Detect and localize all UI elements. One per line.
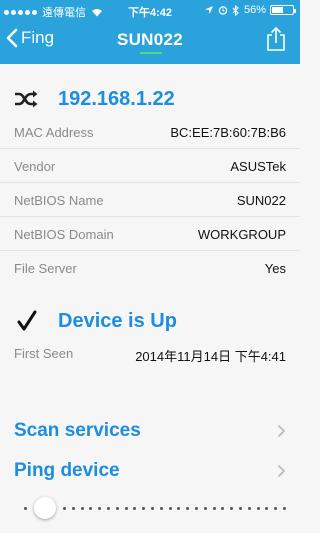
pager-dot <box>221 507 225 510</box>
detail-row-file-server: File Server Yes <box>0 251 300 285</box>
pager-dot <box>274 507 278 510</box>
status-bar: 遠傳電信 下午4:42 56% <box>0 0 300 20</box>
battery-fill <box>272 7 283 13</box>
title-indicator <box>140 52 162 54</box>
pager-dot <box>107 507 110 510</box>
pager-dot <box>212 507 216 510</box>
pager-dot <box>265 507 269 510</box>
detail-row-netbios-name: NetBIOS Name SUN022 <box>0 183 300 217</box>
device-status: Device is Up <box>58 310 177 332</box>
device-status-row: Device is Up <box>0 303 300 339</box>
detail-value: WORKGROUP <box>197 227 286 242</box>
action-label: Scan services <box>14 420 141 441</box>
slider-knob[interactable] <box>34 497 56 519</box>
detail-value: SUN022 <box>236 193 286 208</box>
battery-percent: 56% <box>243 4 266 16</box>
pager-dot <box>151 507 154 510</box>
pager-dot <box>168 507 172 510</box>
alarm-icon <box>218 6 228 15</box>
pager-dot <box>98 507 102 510</box>
location-icon <box>204 6 213 14</box>
page-slider[interactable] <box>0 495 300 525</box>
bluetooth-icon <box>232 4 239 16</box>
pager-dot <box>186 507 190 510</box>
scan-services-button[interactable]: Scan services <box>0 413 300 449</box>
ip-address: 192.168.1.22 <box>58 88 175 110</box>
pager-dot <box>133 507 137 510</box>
detail-row-vendor: Vendor ASUSTek <box>0 149 300 183</box>
detail-row-netbios-domain: NetBIOS Domain WORKGROUP <box>0 217 300 251</box>
pager-dot <box>256 507 260 510</box>
pager-dot <box>203 507 207 510</box>
pager-dot <box>283 507 286 510</box>
pager-dot <box>89 507 93 510</box>
detail-value: Yes <box>264 261 286 276</box>
detail-label: File Server <box>14 261 77 276</box>
pager-dot <box>177 507 181 510</box>
page-title: SUN022 <box>116 30 184 49</box>
status-indicators: 56% <box>204 4 296 16</box>
first-seen-value: 2014年11月14日 下午4:41 <box>135 349 286 364</box>
share-icon[interactable] <box>266 26 286 52</box>
checkmark-icon <box>17 310 37 331</box>
detail-value: ASUSTek <box>230 159 286 174</box>
pager-dot <box>124 507 128 510</box>
chevron-right-icon <box>277 464 286 478</box>
pager-dot <box>142 507 146 510</box>
ping-device-button[interactable]: Ping device <box>0 453 300 489</box>
detail-label: NetBIOS Domain <box>14 227 114 242</box>
shuffle-icon <box>15 90 38 108</box>
pager-dot <box>63 507 66 510</box>
pager-dot <box>24 507 27 510</box>
app-header: 遠傳電信 下午4:42 56% Fing SUN022 <box>0 0 300 64</box>
detail-label: Vendor <box>14 159 56 174</box>
pager-dot <box>230 507 234 510</box>
pager-dot <box>71 507 75 510</box>
ip-address-row: 192.168.1.22 <box>0 82 300 116</box>
first-seen-row: First Seen 2014年11月14日 下午4:41 <box>0 342 300 368</box>
detail-value: BC:EE:7B:60:7B:B6 <box>170 125 286 140</box>
chevron-right-icon <box>277 424 286 438</box>
action-label: Ping device <box>14 460 120 481</box>
first-seen-label: First Seen <box>14 346 74 361</box>
detail-label: NetBIOS Name <box>14 193 104 208</box>
detail-row-mac: MAC Address BC:EE:7B:60:7B:B6 <box>0 115 300 149</box>
pager-dot <box>159 507 163 510</box>
pager-dot <box>247 507 251 510</box>
detail-label: MAC Address <box>14 125 94 140</box>
pager-dot <box>195 507 198 510</box>
navigation-bar: Fing SUN022 <box>0 22 300 62</box>
pager-dot <box>115 507 119 510</box>
pager-dot <box>80 507 84 510</box>
pager-dot <box>239 507 242 510</box>
battery-icon <box>270 5 296 15</box>
